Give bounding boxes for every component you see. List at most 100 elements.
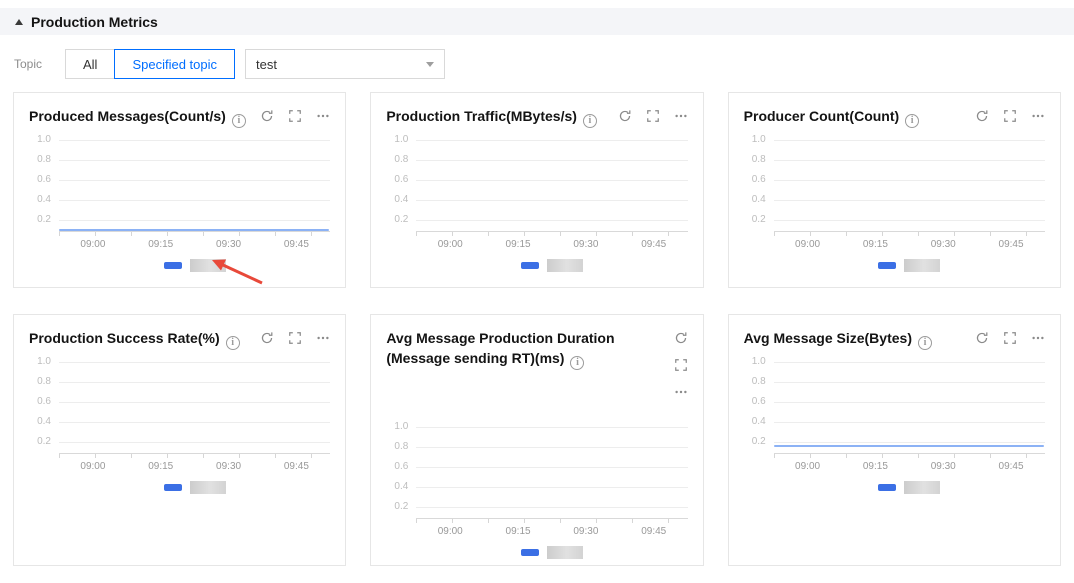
chart-production-success-rate: 1.0 0.8 0.6 0.4 0.2 09:00 09:15 09:30 09…: [29, 357, 331, 494]
y-tick-label: 0.4: [394, 194, 409, 205]
x-tick-label: 09:30: [930, 461, 956, 472]
y-tick-label: 0.8: [37, 376, 51, 387]
more-options-icon[interactable]: [1031, 331, 1045, 345]
fullscreen-icon[interactable]: [674, 358, 688, 372]
info-icon[interactable]: [582, 114, 597, 128]
y-tick-label: 0.2: [37, 436, 51, 447]
y-tick-label: 0.4: [37, 194, 51, 205]
topic-filter-row: Topic All Specified topic test: [14, 49, 1074, 79]
more-options-icon[interactable]: [1031, 109, 1045, 123]
legend-series-swatch: [163, 262, 182, 269]
x-axis-labels: 09:00 09:15 09:30 09:45: [59, 239, 330, 250]
y-tick-label: 0.4: [751, 194, 766, 205]
x-tick-label: 09:15: [505, 239, 531, 250]
more-options-icon[interactable]: [316, 331, 330, 345]
info-icon[interactable]: [570, 356, 585, 370]
x-axis-ticks: [416, 232, 688, 236]
x-axis-labels: 09:00 09:15 09:30 09:45: [59, 461, 330, 472]
chart-legend[interactable]: [416, 546, 687, 559]
x-tick-label: 09:30: [930, 239, 956, 250]
fullscreen-icon[interactable]: [1003, 331, 1017, 345]
chart-plot: [416, 427, 688, 523]
x-axis-ticks: [773, 454, 1045, 458]
chart-plot: [416, 140, 688, 236]
topic-label: Topic: [14, 57, 43, 71]
card-title: Production Traffic(MBytes/s): [386, 106, 605, 128]
refresh-icon[interactable]: [975, 331, 989, 345]
chart-production-traffic: 1.0 0.8 0.6 0.4 0.2 09:00 09:15 09:30 09…: [386, 135, 688, 272]
legend-series-swatch: [163, 484, 182, 491]
x-tick-label: 09:00: [437, 526, 463, 537]
y-tick-label: 0.6: [751, 396, 766, 407]
refresh-icon[interactable]: [674, 331, 688, 345]
refresh-icon[interactable]: [618, 109, 632, 123]
x-tick-label: 09:00: [80, 239, 106, 250]
chevron-down-icon: [426, 61, 435, 67]
chart-legend[interactable]: [59, 259, 330, 272]
y-tick-label: 0.2: [751, 436, 766, 447]
info-icon[interactable]: [917, 336, 932, 350]
x-tick-label: 09:45: [998, 461, 1024, 472]
chart-produced-messages: 1.0 0.8 0.6 0.4 0.2 09:00 09:15 09:30 09…: [29, 135, 331, 272]
fullscreen-icon[interactable]: [1003, 109, 1017, 123]
x-axis-ticks: [773, 232, 1045, 236]
card-title: Avg Message Production Duration (Message…: [386, 328, 636, 370]
card-avg-message-size: Avg Message Size(Bytes) 1.0 0.8 0.6 0.4 …: [727, 314, 1061, 566]
info-icon[interactable]: [905, 114, 920, 128]
more-options-icon[interactable]: [674, 385, 688, 399]
chart-legend[interactable]: [416, 259, 687, 272]
chart-producer-count: 1.0 0.8 0.6 0.4 0.2 09:00 09:15 09:30 09…: [744, 135, 1045, 272]
section-title: Production Metrics: [31, 13, 158, 30]
y-tick-label: 1.0: [37, 134, 51, 145]
x-tick-label: 09:15: [862, 239, 888, 250]
card-title: Production Success Rate(%): [29, 328, 248, 350]
info-icon[interactable]: [225, 336, 240, 350]
x-tick-label: 09:30: [573, 239, 599, 250]
fullscreen-icon[interactable]: [288, 331, 302, 345]
annotation-arrow-icon: [212, 259, 263, 285]
card-production-success-rate: Production Success Rate(%) 1.0 0.8 0.6 0…: [13, 314, 347, 566]
legend-series-swatch: [878, 484, 897, 491]
card-production-traffic: Production Traffic(MBytes/s) 1.0 0.8 0.6…: [370, 92, 704, 288]
x-axis-labels: 09:00 09:15 09:30 09:45: [774, 461, 1045, 472]
y-tick-label: 1.0: [751, 356, 766, 367]
refresh-icon[interactable]: [260, 109, 274, 123]
legend-series-swatch: [520, 549, 539, 556]
y-axis-labels: 1.0 0.8 0.6 0.4 0.2: [744, 357, 774, 454]
legend-series-swatch: [520, 262, 539, 269]
y-tick-label: 0.8: [37, 154, 51, 165]
info-icon[interactable]: [231, 114, 246, 128]
y-tick-label: 0.6: [751, 174, 766, 185]
fullscreen-icon[interactable]: [288, 109, 302, 123]
collapse-icon[interactable]: [15, 18, 23, 25]
chart-avg-message-size: 1.0 0.8 0.6 0.4 0.2 09:00 09:15 09:30 09…: [744, 357, 1045, 494]
section-production-metrics-header[interactable]: Production Metrics: [0, 8, 1074, 35]
x-tick-label: 09:15: [862, 461, 888, 472]
more-options-icon[interactable]: [316, 109, 330, 123]
filter-specified-topic-button[interactable]: Specified topic: [114, 49, 236, 79]
chart-avg-production-duration: 1.0 0.8 0.6 0.4 0.2 09:00 09:15 09:30 09…: [386, 422, 688, 559]
card-title: Producer Count(Count): [744, 106, 928, 128]
x-axis-ticks: [416, 519, 688, 523]
topic-select[interactable]: test: [245, 49, 446, 79]
refresh-icon[interactable]: [975, 109, 989, 123]
topic-select-value: test: [256, 56, 277, 72]
card-avg-production-duration: Avg Message Production Duration (Message…: [370, 314, 704, 566]
x-tick-label: 09:45: [283, 239, 309, 250]
filter-all-button[interactable]: All: [65, 49, 116, 79]
y-tick-label: 1.0: [37, 356, 51, 367]
more-options-icon[interactable]: [674, 109, 688, 123]
x-tick-label: 09:30: [573, 526, 599, 537]
x-tick-label: 09:30: [216, 239, 242, 250]
x-tick-label: 09:45: [283, 461, 309, 472]
y-axis-labels: 1.0 0.8 0.6 0.4 0.2: [29, 135, 59, 232]
card-produced-messages: Produced Messages(Count/s) 1.0 0.8 0.6 0…: [13, 92, 347, 288]
x-tick-label: 09:45: [641, 526, 667, 537]
refresh-icon[interactable]: [260, 331, 274, 345]
x-axis-ticks: [59, 454, 331, 458]
chart-legend[interactable]: [774, 259, 1045, 272]
fullscreen-icon[interactable]: [646, 109, 660, 123]
x-tick-label: 09:45: [998, 239, 1024, 250]
chart-legend[interactable]: [774, 481, 1045, 494]
chart-legend[interactable]: [59, 481, 330, 494]
